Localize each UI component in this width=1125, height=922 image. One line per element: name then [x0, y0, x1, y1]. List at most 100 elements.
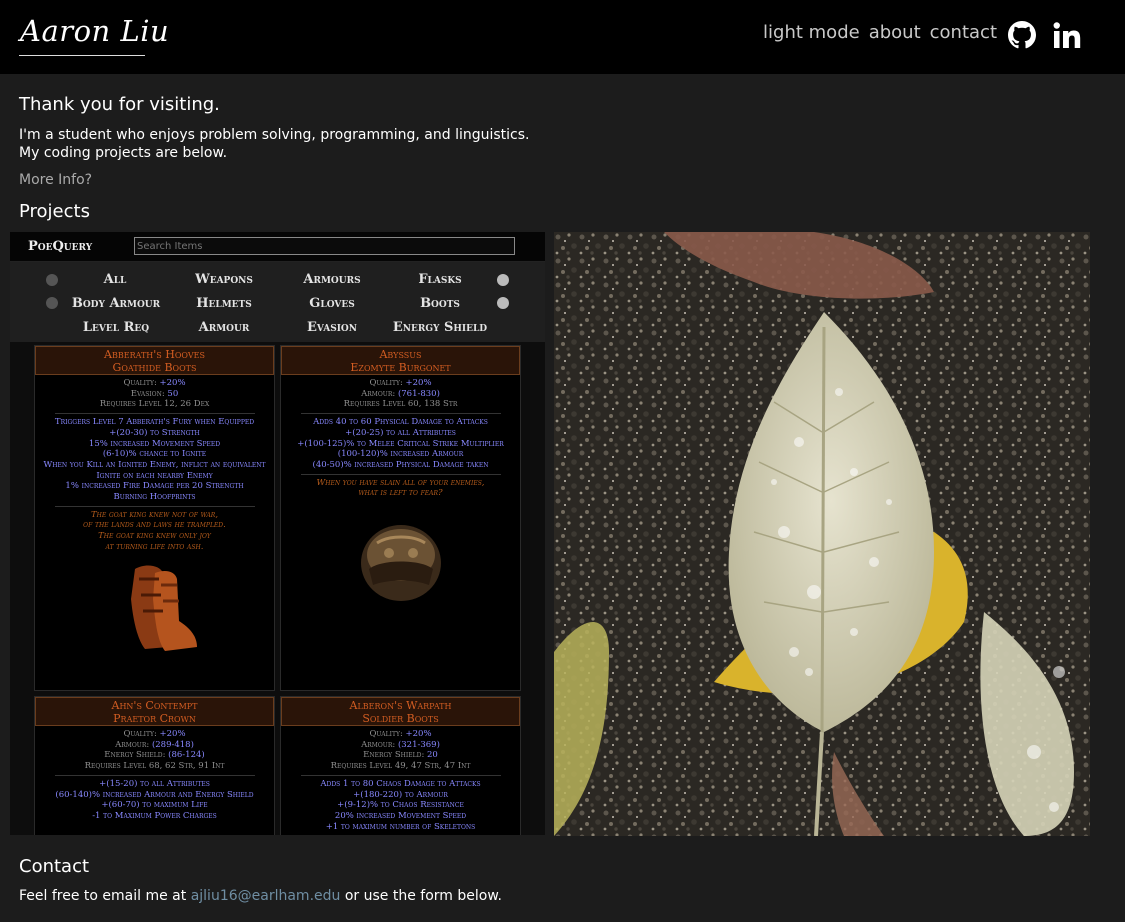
contact-heading: Contact: [19, 856, 90, 877]
nav-about[interactable]: about: [869, 22, 921, 43]
filter-evasion[interactable]: Evasion: [282, 320, 382, 335]
item-body: Quality: +20% Armour: (761-830) Requires…: [281, 375, 520, 617]
poe-filter-panel: All Weapons Armours Flasks Body Armour H…: [10, 262, 545, 342]
item-mods: Adds 40 to 60 Physical Damage to Attacks…: [281, 417, 520, 471]
item-mod: (40-50)% increased Physical Damage taken: [312, 459, 489, 470]
filter-energy-shield[interactable]: Energy Shield: [382, 320, 498, 335]
separator: [300, 413, 501, 415]
filter-armour[interactable]: Armour: [174, 320, 274, 335]
nav-light-mode[interactable]: light mode: [763, 22, 860, 43]
filter-boots[interactable]: Boots: [390, 296, 490, 311]
helmet-image-icon: [360, 525, 441, 602]
filter-armours[interactable]: Armours: [282, 272, 382, 287]
item-mod: Adds 1 to 80 Chaos Damage to Attacks: [320, 778, 481, 789]
site-logo[interactable]: Aaron Liu: [20, 14, 169, 48]
item-property: Quality: +20%: [123, 378, 186, 388]
poe-search-input[interactable]: [134, 237, 515, 255]
item-base: Praetor Crown: [113, 712, 196, 725]
filter-level-req[interactable]: Level Req: [66, 320, 166, 335]
item-mod: +(20-25) to all Attributes: [345, 427, 456, 438]
item-property: Armour: (289-418): [115, 739, 194, 750]
intro-line-1: I'm a student who enjoys problem solving…: [19, 127, 530, 143]
item-name: Ahn's Contempt: [111, 699, 198, 712]
item-header: Ahn's Contempt Praetor Crown: [35, 697, 274, 726]
item-body: Quality: +20% Armour: (289-418) Energy S…: [35, 726, 274, 822]
poequery-project-preview[interactable]: PoeQuery All Weapons Armours Flasks Body…: [10, 232, 545, 835]
item-mod: Triggers Level 7 Abberath's Fury when Eq…: [54, 417, 255, 428]
item-body: Quality: +20% Evasion: 50 Requires Level…: [35, 375, 274, 662]
item-mod: Burning Hoofprints: [113, 492, 196, 503]
intro-text: I'm a student who enjoys problem solving…: [19, 126, 530, 162]
item-header: Abberath's Hooves Goathide Boots: [35, 346, 274, 375]
prev-arrow-icon[interactable]: [46, 297, 58, 309]
poe-topbar: PoeQuery: [10, 232, 545, 262]
nav-links: light mode about contact: [763, 22, 997, 43]
item-mod: 1% increased Fire Damage per 20 Strength: [65, 481, 244, 492]
contact-text: Feel free to email me at ajliu16@earlham…: [19, 888, 502, 904]
item-mods: Triggers Level 7 Abberath's Fury when Eq…: [35, 417, 274, 503]
item-mod: +(20-30) to Strength: [109, 427, 200, 438]
filter-gloves[interactable]: Gloves: [282, 296, 382, 311]
item-mod: (6-10)% chance to Ignite: [102, 449, 207, 460]
item-mod: +(180-220) to Armour: [353, 789, 448, 800]
nav-contact[interactable]: contact: [930, 22, 997, 43]
item-card[interactable]: Ahn's Contempt Praetor Crown Quality: +2…: [34, 696, 275, 835]
poe-brand[interactable]: PoeQuery: [28, 239, 92, 254]
item-header: Abyssus Ezomyte Burgonet: [281, 346, 520, 375]
item-property: Armour: (761-830): [361, 388, 440, 399]
item-card[interactable]: Abberath's Hooves Goathide Boots Quality…: [34, 345, 275, 691]
item-base: Goathide Boots: [112, 361, 197, 374]
welcome-heading: Thank you for visiting.: [19, 94, 220, 115]
logo-underline: [19, 55, 145, 56]
item-mod: When you Kill an Ignited Enemy, inflict …: [43, 459, 266, 481]
item-mod: (100-120)% increased Armour: [337, 449, 464, 460]
item-mod: 20% increased Movement Speed: [334, 810, 467, 821]
item-mod: +(100-125)% to Melee Critical Strike Mul…: [297, 438, 504, 449]
more-info-link[interactable]: More Info?: [19, 172, 92, 188]
item-mod: -1 to Maximum Power Charges: [92, 810, 217, 821]
item-mod: +1 to maximum number of Skeletons: [325, 821, 476, 832]
item-name: Alberon's Warpath: [349, 699, 452, 712]
email-link[interactable]: ajliu16@earlham.edu: [191, 888, 341, 904]
projects-heading: Projects: [19, 201, 90, 222]
item-body: Quality: +20% Armour: (321-369) Energy S…: [281, 726, 520, 832]
item-requirement: Requires Level 60, 138 Str: [343, 399, 458, 410]
next-arrow-icon[interactable]: [497, 274, 509, 286]
separator: [300, 473, 501, 475]
item-mods: +(15-20) to all Attributes (60-140)% inc…: [35, 779, 274, 822]
item-base: Ezomyte Burgonet: [350, 361, 451, 374]
item-flavour-text: When you have slain all of your enemies,…: [316, 477, 485, 499]
linkedin-icon[interactable]: [1053, 22, 1082, 48]
intro-line-2: My coding projects are below.: [19, 145, 228, 161]
filter-flasks[interactable]: Flasks: [390, 272, 490, 287]
github-icon[interactable]: [1008, 21, 1036, 49]
item-header: Alberon's Warpath Soldier Boots: [281, 697, 520, 726]
item-name: Abberath's Hooves: [104, 348, 205, 361]
filter-helmets[interactable]: Helmets: [174, 296, 274, 311]
filter-body-armour[interactable]: Body Armour: [65, 296, 167, 311]
item-flavour-text: The goat king knew not of war, of the la…: [83, 509, 226, 552]
next-arrow-icon[interactable]: [497, 297, 509, 309]
leaf-photo-project-preview[interactable]: [554, 232, 1090, 836]
item-requirement: Requires Level 12, 26 Dex: [99, 399, 210, 410]
separator: [54, 413, 255, 415]
item-mod: Adds 40 to 60 Physical Damage to Attacks: [313, 417, 488, 428]
separator: [300, 774, 501, 776]
item-name: Abyssus: [379, 348, 422, 361]
item-card[interactable]: Abyssus Ezomyte Burgonet Quality: +20% A…: [280, 345, 521, 691]
item-requirement: Requires Level 49, 47 Str, 47 Int: [330, 761, 471, 772]
filter-weapons[interactable]: Weapons: [174, 272, 274, 287]
item-mod: +(60-70) to maximum Life: [101, 800, 208, 811]
separator: [54, 505, 255, 507]
item-mod: +(15-20) to all Attributes: [99, 778, 210, 789]
prev-arrow-icon[interactable]: [46, 274, 58, 286]
item-mods: Adds 1 to 80 Chaos Damage to Attacks +(1…: [281, 779, 520, 833]
boots-image-icon: [130, 565, 197, 651]
filter-all[interactable]: All: [65, 272, 165, 287]
item-property: Energy Shield: 20: [363, 750, 438, 761]
item-mod: +(9-12)% to Chaos Resistance: [337, 800, 464, 811]
item-mod: 15% increased Movement Speed: [88, 438, 221, 449]
item-card[interactable]: Alberon's Warpath Soldier Boots Quality:…: [280, 696, 521, 835]
item-mod: (60-140)% increased Armour and Energy Sh…: [55, 789, 254, 800]
item-property: Quality: +20%: [369, 378, 432, 388]
